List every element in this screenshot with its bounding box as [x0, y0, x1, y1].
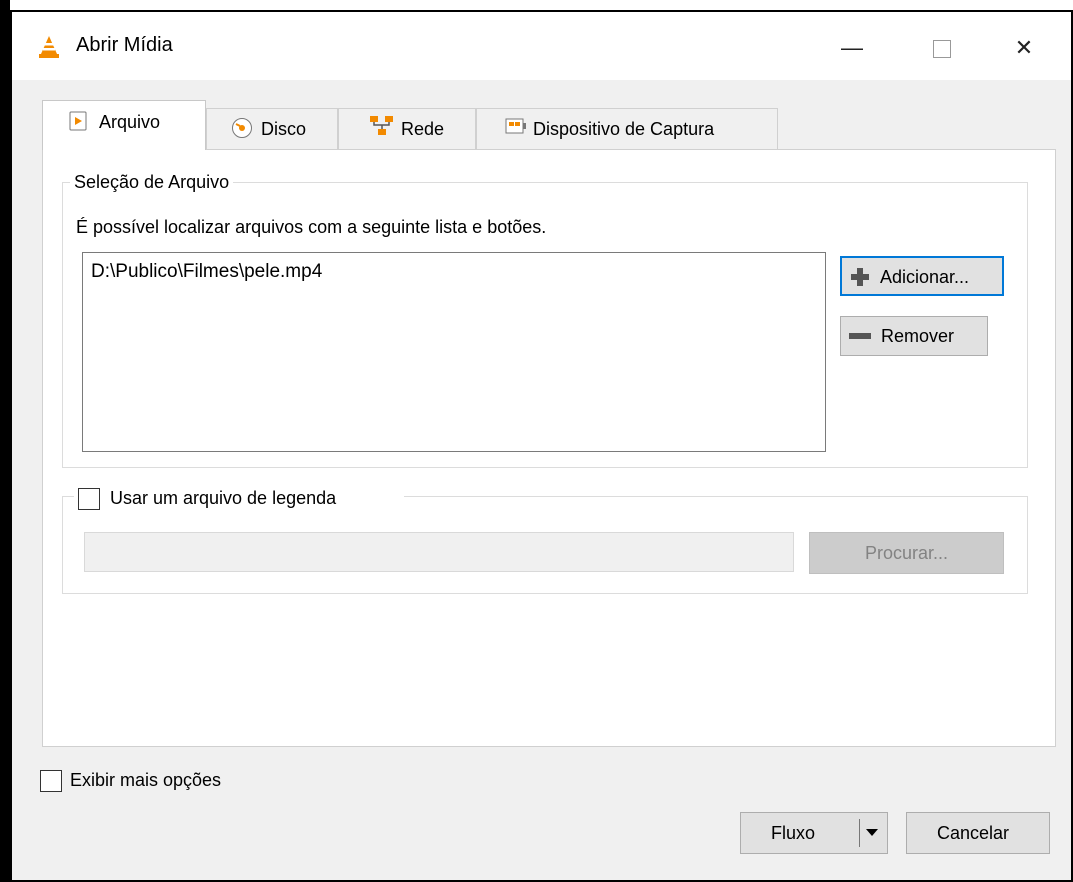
- capture-device-icon: [505, 118, 526, 134]
- tab-rede[interactable]: Rede: [338, 108, 476, 150]
- maximize-icon: [933, 40, 951, 59]
- window-title: Abrir Mídia: [76, 34, 173, 56]
- plus-icon: [851, 268, 869, 286]
- left-black-border: [0, 0, 10, 882]
- tab-label: Disco: [261, 119, 307, 139]
- stream-split-button[interactable]: Fluxo: [740, 812, 888, 854]
- network-icon: [370, 116, 393, 135]
- close-icon: ✕: [1014, 35, 1034, 60]
- subtitle-path-input: [84, 532, 794, 572]
- add-file-label: Adicionar...: [880, 267, 970, 287]
- remove-file-label: Remover: [881, 326, 955, 346]
- tab-dispositivo-captura[interactable]: Dispositivo de Captura: [476, 108, 778, 150]
- play-file-icon: [69, 111, 87, 131]
- subtitle-header: Usar um arquivo de legenda: [74, 486, 404, 512]
- cancel-button[interactable]: Cancelar: [906, 812, 1050, 854]
- file-list[interactable]: D:\Publico\Filmes\pele.mp4: [82, 252, 826, 452]
- vlc-cone-icon: [39, 36, 59, 58]
- dropdown-arrow-icon[interactable]: [865, 829, 879, 837]
- minimize-button[interactable]: —: [822, 26, 882, 70]
- maximize-button[interactable]: [912, 26, 972, 70]
- tab-arquivo[interactable]: Arquivo: [42, 100, 206, 150]
- disc-icon: [232, 118, 252, 138]
- tab-label: Rede: [401, 119, 445, 139]
- subtitle-checkbox[interactable]: [78, 488, 100, 510]
- remove-file-button[interactable]: Remover: [840, 316, 988, 356]
- file-selection-group-label: Seleção de Arquivo: [70, 172, 234, 193]
- title-bar: Abrir Mídia — ✕: [12, 12, 1071, 80]
- more-options-checkbox[interactable]: [40, 770, 62, 792]
- more-options-label: Exibir mais opções: [70, 770, 222, 790]
- browse-subtitle-button: Procurar...: [809, 532, 1004, 574]
- list-item[interactable]: D:\Publico\Filmes\pele.mp4: [91, 261, 322, 283]
- cancel-button-label: Cancelar: [937, 823, 1010, 843]
- tab-label: Dispositivo de Captura: [533, 119, 715, 139]
- stream-button-label: Fluxo: [771, 823, 816, 843]
- split-divider: [859, 819, 860, 847]
- minimize-icon: —: [841, 35, 863, 60]
- subtitle-checkbox-label: Usar um arquivo de legenda: [110, 488, 337, 508]
- close-button[interactable]: ✕: [994, 26, 1054, 70]
- open-media-dialog: Abrir Mídia — ✕ Arquivo Disco Rede Dispo…: [10, 10, 1073, 882]
- file-selection-description: É possível localizar arquivos com a segu…: [76, 217, 547, 237]
- minus-icon: [849, 333, 871, 339]
- tab-disco[interactable]: Disco: [206, 108, 338, 150]
- browse-subtitle-label: Procurar...: [864, 543, 949, 563]
- tab-label: Arquivo: [99, 112, 161, 132]
- add-file-button[interactable]: Adicionar...: [840, 256, 1004, 296]
